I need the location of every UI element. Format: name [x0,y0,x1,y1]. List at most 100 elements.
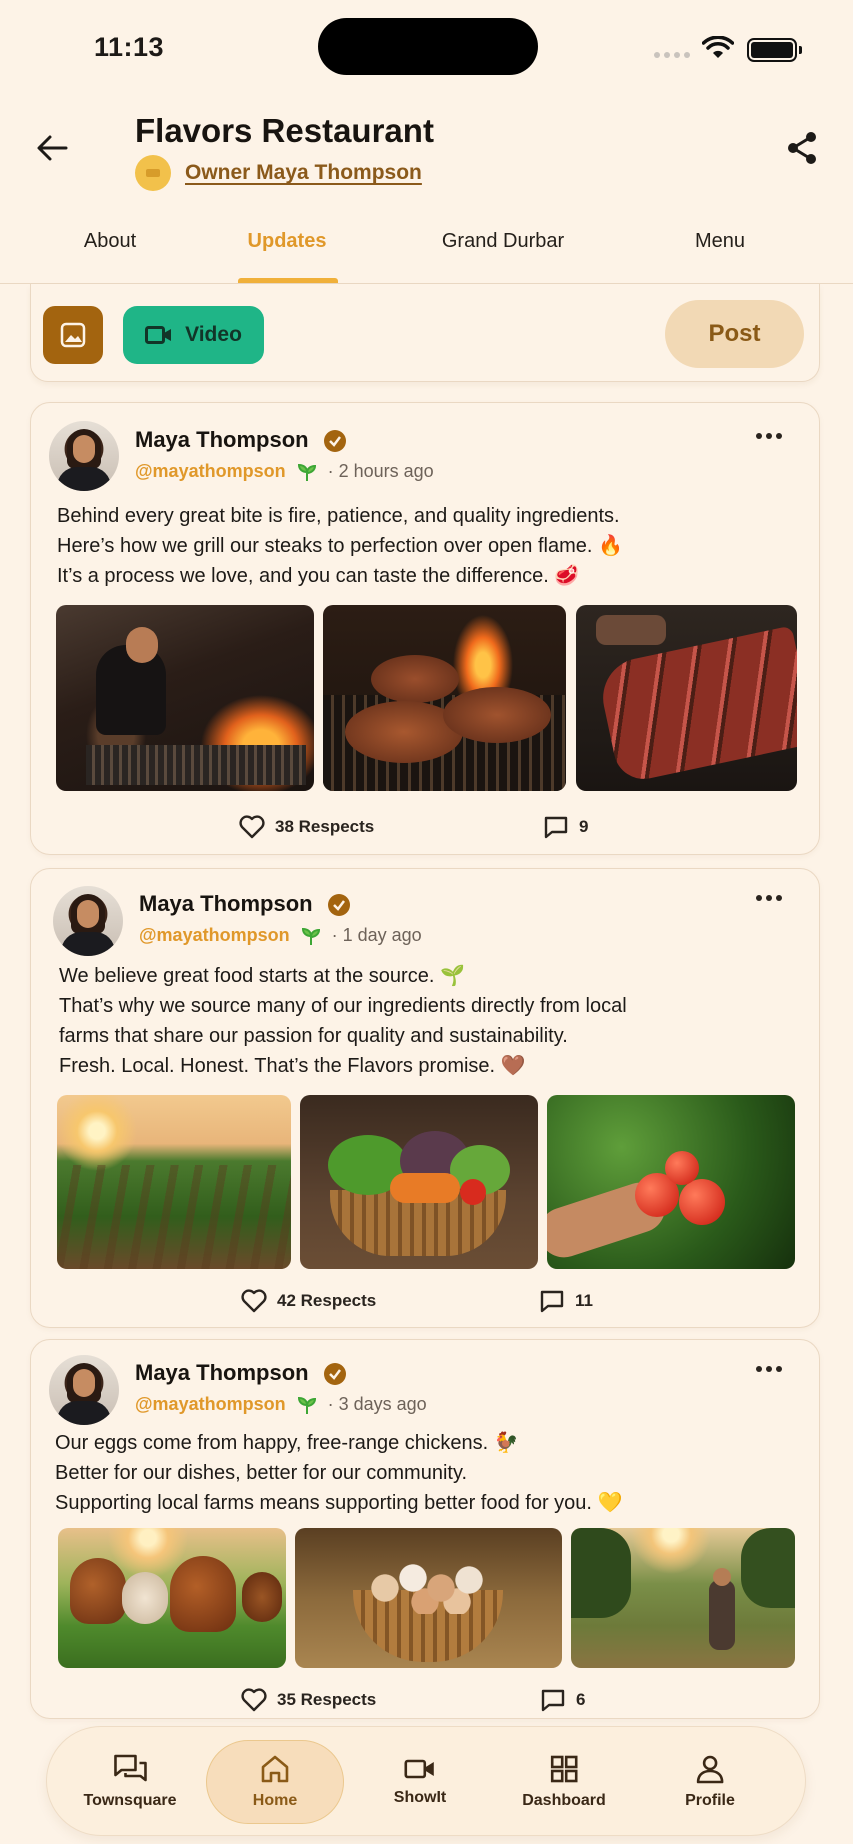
post-photo[interactable] [58,1528,286,1668]
respect-count: 35 Respects [277,1690,377,1709]
post-text: Behind every great bite is fire, patienc… [57,505,623,587]
post-author[interactable]: Maya Thompson [139,891,313,916]
nav-label: Townsquare [83,1792,177,1809]
avatar[interactable] [49,1355,119,1425]
post-author[interactable]: Maya Thompson [135,427,309,452]
more-options-button[interactable] [749,883,789,913]
tab-about[interactable]: About [84,230,136,253]
post-photo[interactable] [576,605,797,791]
video-button-label: Video [185,323,242,346]
comment-count: 11 [575,1291,593,1310]
cellular-signal-icon [654,52,690,58]
owner-badge-icon [135,155,171,191]
video-camera-icon [404,1759,434,1779]
share-icon [788,132,816,164]
nav-profile[interactable]: Profile [685,1727,735,1837]
heart-icon [241,1289,267,1313]
page-header: Flavors Restaurant Owner Maya Thompson [0,100,853,210]
respect-button[interactable]: 38 Respects [239,815,374,839]
post-handle[interactable]: @mayathompson [135,461,286,482]
respect-count: 42 Respects [277,1291,377,1310]
add-photo-button[interactable] [43,306,103,364]
post-button[interactable]: Post [665,300,804,368]
page-title: Flavors Restaurant [135,112,434,149]
post-photo[interactable] [547,1095,795,1269]
status-bar: 11:13 [0,0,853,100]
video-camera-icon [145,326,172,344]
post-author-row: Maya Thompson [139,891,351,917]
image-icon [60,322,86,348]
owner-row: Owner Maya Thompson [135,155,422,191]
wifi-icon [702,36,734,58]
more-options-button[interactable] [749,421,789,451]
post-card: Maya Thompson @mayathompson · 1 day ago … [30,868,820,1328]
nav-label: ShowIt [393,1789,447,1806]
post-author-row: Maya Thompson [135,1360,347,1386]
respect-count: 38 Respects [275,817,375,836]
post-photo[interactable] [300,1095,538,1269]
nav-home[interactable]: Home [206,1740,344,1824]
comment-icon [544,816,568,839]
post-photo[interactable] [57,1095,291,1269]
tab-updates[interactable]: Updates [248,230,327,253]
post-handle[interactable]: @mayathompson [135,1394,286,1415]
add-video-button[interactable]: Video [123,306,264,364]
tab-grand-durbar[interactable]: Grand Durbar [442,230,564,253]
battery-icon [747,38,802,62]
post-handle[interactable]: @mayathompson [139,925,290,946]
grid-icon [550,1755,578,1783]
back-button[interactable] [30,126,74,170]
post-photo[interactable] [295,1528,562,1668]
post-card: Maya Thompson @mayathompson · 2 hours ag… [30,402,820,855]
comment-count: 6 [576,1690,586,1709]
arrow-left-icon [37,135,68,161]
avatar[interactable] [49,421,119,491]
verified-badge-icon [323,430,346,453]
tab-bar: About Updates Grand Durbar Menu [0,210,853,284]
nav-townsquare[interactable]: Townsquare [83,1727,177,1837]
verified-badge-icon [327,894,350,917]
nav-label: Profile [685,1792,735,1809]
heart-icon [241,1688,267,1712]
post-photo[interactable] [56,605,314,791]
post-author[interactable]: Maya Thompson [135,1360,309,1385]
nav-showit[interactable]: ShowIt [394,1727,446,1837]
share-button[interactable] [780,126,824,170]
sprout-icon [297,463,316,481]
verified-badge-icon [323,1363,346,1386]
comment-button[interactable]: 9 [543,815,588,839]
post-author-row: Maya Thompson [135,427,347,453]
tab-menu[interactable]: Menu [695,230,745,253]
post-text: We believe great food starts at the sour… [59,965,627,1077]
post-text: Our eggs come from happy, free-range chi… [55,1432,623,1514]
nav-dashboard[interactable]: Dashboard [522,1727,606,1837]
heart-icon [239,815,265,839]
status-time: 11:13 [94,32,165,62]
comment-button[interactable]: 11 [539,1289,593,1313]
nav-label: Home [252,1792,298,1809]
comment-icon [541,1689,565,1712]
owner-link[interactable]: Owner Maya Thompson [185,161,422,185]
post-photo[interactable] [323,605,566,791]
post-time: · 3 days ago [327,1394,427,1414]
comment-button[interactable]: 6 [540,1688,585,1712]
person-icon [696,1755,724,1784]
bottom-navigation: Townsquare Home ShowIt Dashboard Profile [46,1726,806,1836]
post-composer: Video Post [30,284,820,382]
avatar[interactable] [53,886,123,956]
more-options-button[interactable] [749,1354,789,1384]
dynamic-island [318,18,538,75]
sprout-icon [297,1396,316,1414]
respect-button[interactable]: 42 Respects [241,1289,376,1313]
chat-bubbles-icon [113,1754,147,1782]
nav-label: Dashboard [522,1792,606,1809]
sprout-icon [301,927,320,945]
post-photo[interactable] [571,1528,795,1668]
home-icon [261,1755,289,1783]
post-time: · 1 day ago [331,925,422,945]
post-meta: @mayathompson · 3 days ago [135,1394,427,1415]
respect-button[interactable]: 35 Respects [241,1688,376,1712]
post-meta: @mayathompson · 1 day ago [139,925,422,946]
comment-count: 9 [579,817,589,836]
active-tab-indicator [238,278,338,283]
